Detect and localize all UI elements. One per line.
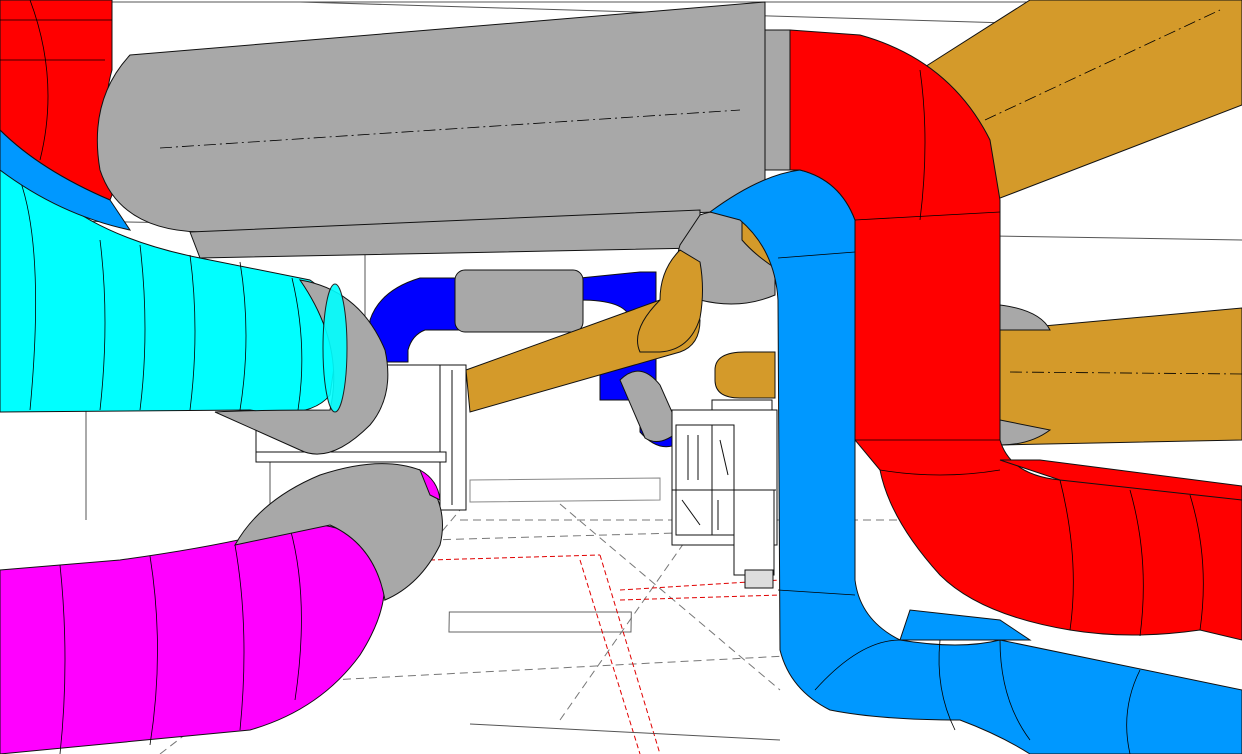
gray-duct-main[interactable] [96, 1, 791, 259]
magenta-duct[interactable] [0, 523, 385, 754]
air-handler-right[interactable] [671, 399, 778, 589]
model-viewport[interactable] [0, 0, 1242, 754]
